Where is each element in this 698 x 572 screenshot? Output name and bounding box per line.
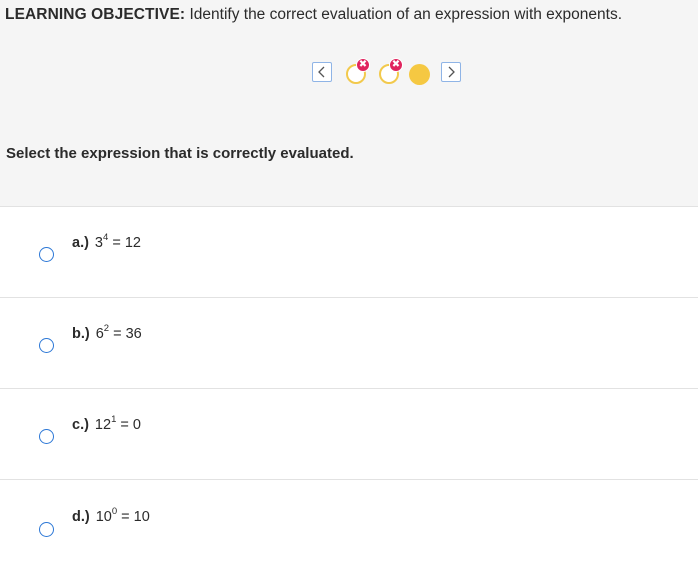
answer-option-c[interactable]: c.) 121 = 0 (0, 389, 698, 480)
radio-button[interactable] (39, 247, 54, 262)
question-header: LEARNING OBJECTIVE: Identify the correct… (0, 0, 698, 207)
option-label: b.) 62 = 36 (72, 323, 142, 342)
incorrect-x-icon: ✖ (389, 58, 403, 72)
incorrect-x-icon: ✖ (356, 58, 370, 72)
option-label: d.) 100 = 10 (72, 506, 150, 525)
progress-dot-incorrect[interactable]: ✖ (346, 58, 370, 84)
question-prompt: Select the expression that is correctly … (6, 145, 354, 162)
answer-option-d[interactable]: d.) 100 = 10 (0, 480, 698, 571)
learning-objective: LEARNING OBJECTIVE: Identify the correct… (5, 6, 622, 24)
objective-label: LEARNING OBJECTIVE: (5, 6, 186, 23)
radio-button[interactable] (39, 338, 54, 353)
objective-text: Identify the correct evaluation of an ex… (185, 6, 623, 23)
previous-question-button[interactable] (312, 62, 332, 82)
progress-dot-current[interactable] (409, 64, 430, 85)
option-label: a.) 34 = 12 (72, 232, 141, 251)
progress-dot-incorrect[interactable]: ✖ (379, 58, 403, 84)
chevron-left-icon (318, 66, 325, 78)
answer-option-b[interactable]: b.) 62 = 36 (0, 298, 698, 389)
option-label: c.) 121 = 0 (72, 414, 141, 433)
radio-button[interactable] (39, 429, 54, 444)
next-question-button[interactable] (441, 62, 461, 82)
answer-option-a[interactable]: a.) 34 = 12 (0, 207, 698, 298)
radio-button[interactable] (39, 522, 54, 537)
chevron-right-icon (448, 66, 455, 78)
